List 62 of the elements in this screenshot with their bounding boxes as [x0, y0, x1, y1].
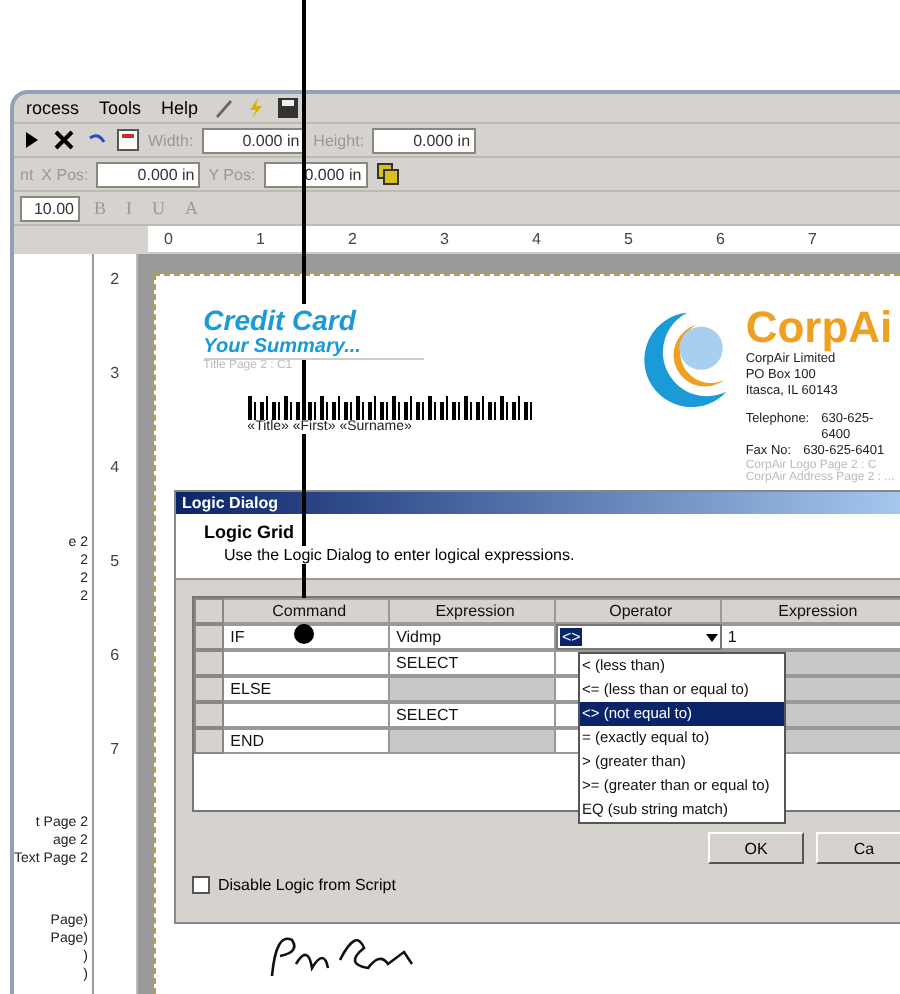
row-header	[194, 598, 225, 624]
position-field[interactable]: 0.000 in	[96, 161, 201, 187]
expression-cell[interactable]: 1	[721, 624, 900, 650]
size-field[interactable]: 0.000 in	[372, 127, 477, 153]
row-header[interactable]	[194, 728, 225, 754]
dialog-description: Use the Logic Dialog to enter logical expressions.	[224, 546, 575, 564]
ruler-number: 4	[532, 230, 543, 248]
command-cell[interactable]: END	[224, 728, 391, 754]
dialog-title: Logic Dialog	[176, 492, 900, 514]
close-icon[interactable]	[52, 128, 76, 152]
ruler-number: 6	[716, 230, 727, 248]
font-size-field[interactable]: 10.00	[20, 195, 80, 221]
disable-logic-checkbox[interactable]: Disable Logic from Script	[192, 876, 396, 894]
document-title: Credit Card	[203, 304, 356, 336]
company-name: CorpAi	[745, 304, 895, 352]
size-field[interactable]: 0.000 in	[201, 127, 306, 153]
pencil-icon[interactable]	[212, 96, 237, 120]
field-label: Y Pos:	[208, 165, 256, 183]
row-header[interactable]	[194, 624, 225, 650]
command-cell[interactable]: IF	[224, 624, 391, 650]
ruler-number: 2	[110, 270, 120, 292]
expression-cell[interactable]: Vidmp	[390, 624, 556, 650]
expression-cell[interactable]: SELECT	[390, 702, 556, 728]
field-label: X Pos:	[41, 165, 89, 183]
command-cell[interactable]	[224, 702, 391, 728]
document-subtitle: Your Summary...	[203, 336, 424, 360]
ruler-number: 1	[256, 230, 267, 248]
command-cell[interactable]	[224, 650, 391, 676]
ruler-number: 7	[808, 230, 819, 248]
dialog-button[interactable]: Ca	[816, 832, 900, 864]
field-label: Width:	[148, 131, 194, 149]
operator-dropdown[interactable]: <>	[555, 624, 722, 650]
row-header[interactable]	[194, 702, 225, 728]
command-cell[interactable]: ELSE	[224, 676, 391, 702]
menu-item[interactable]: Help	[155, 98, 205, 118]
save-icon[interactable]	[276, 96, 301, 120]
ruler-number: 5	[110, 552, 120, 574]
frame-icon[interactable]	[116, 128, 140, 152]
dialog-heading: Logic Grid	[204, 522, 296, 542]
position-field[interactable]: 0.000 in	[263, 161, 368, 187]
row-header[interactable]	[194, 676, 225, 702]
ruler-number: 3	[440, 230, 451, 248]
menu-item[interactable]: rocess	[20, 98, 86, 118]
column-header: Expression	[390, 598, 556, 624]
column-header: Expression	[721, 598, 900, 624]
ruler-number: 0	[164, 230, 175, 248]
field-label: Height:	[313, 131, 365, 149]
expression-cell[interactable]: SELECT	[390, 650, 556, 676]
field-label: nt	[20, 165, 34, 183]
ruler-number: 3	[110, 364, 120, 386]
ruler-number: 2	[348, 230, 359, 248]
ruler-number: 5	[624, 230, 635, 248]
column-header: Command	[224, 598, 391, 624]
layers-icon[interactable]	[375, 162, 400, 186]
dialog-button[interactable]: OK	[708, 832, 804, 864]
ruler-number: 7	[110, 740, 120, 762]
caret-icon[interactable]	[703, 629, 720, 645]
ruler-number: 4	[110, 458, 120, 480]
row-header[interactable]	[194, 650, 225, 676]
ruler-number: 6	[110, 646, 120, 668]
menu-item[interactable]: Tools	[93, 98, 148, 118]
column-header: Operator	[555, 598, 722, 624]
